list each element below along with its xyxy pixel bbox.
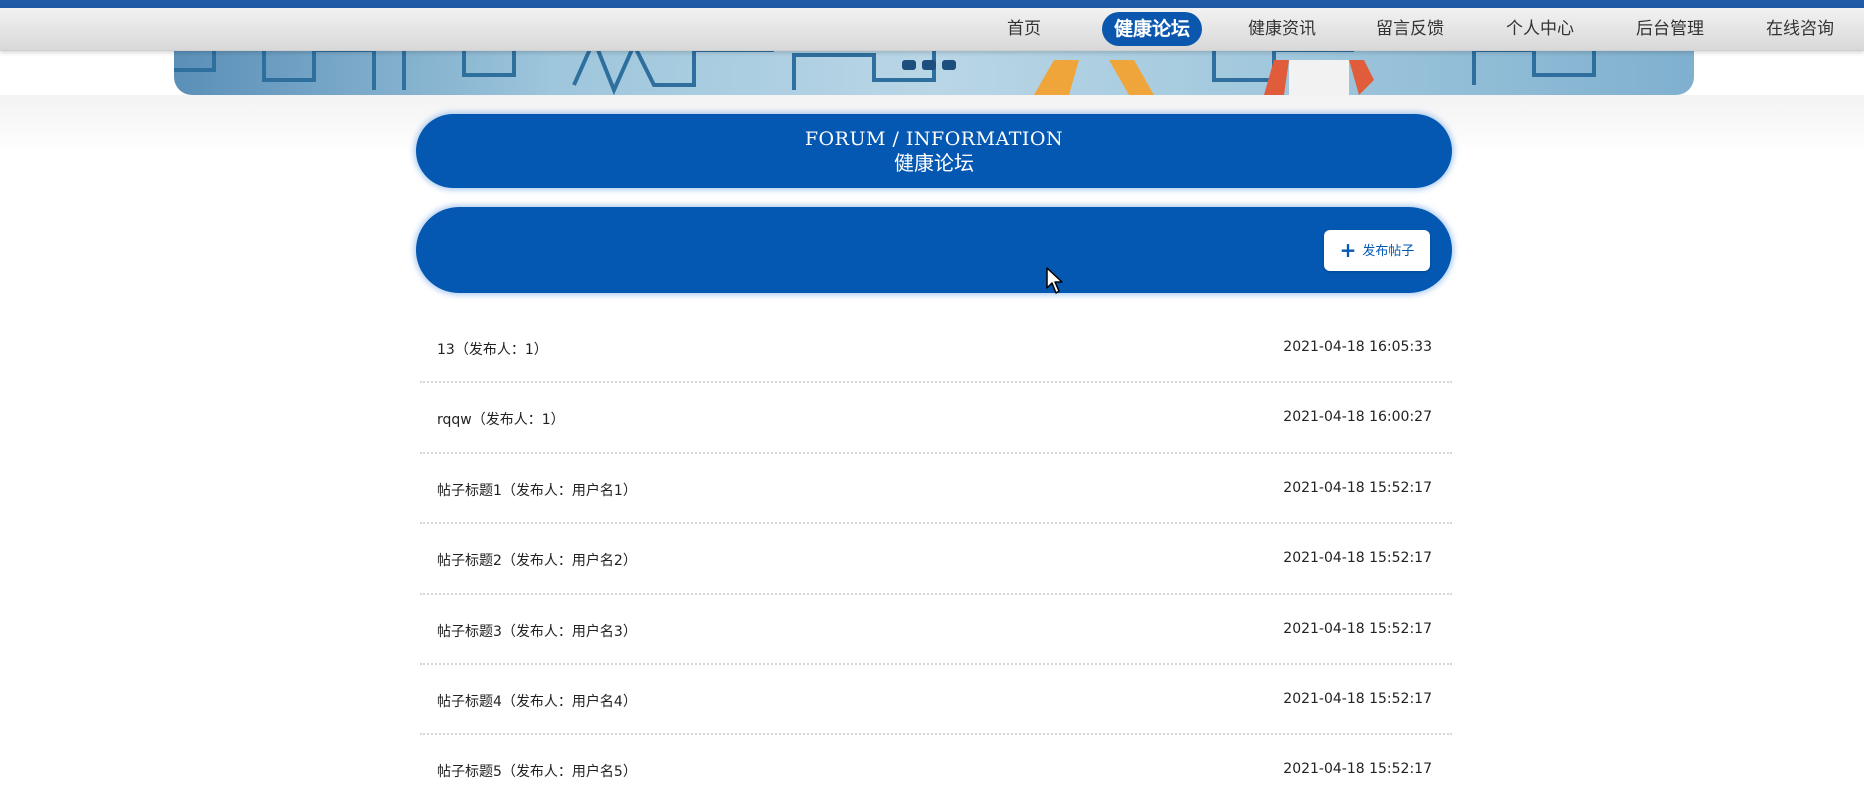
post-time: 2021-04-18 15:52:17 (1283, 620, 1432, 637)
nav-item-home[interactable]: 首页 (995, 12, 1053, 46)
plus-icon: + (1339, 238, 1357, 262)
post-row[interactable]: 帖子标题5（发布人：用户名5） 2021-04-18 15:52:17 (420, 735, 1452, 795)
top-navbar: 首页 健康论坛 健康资讯 留言反馈 个人中心 后台管理 在线咨询 (0, 8, 1864, 51)
post-time: 2021-04-18 16:00:27 (1283, 409, 1432, 426)
post-row[interactable]: 帖子标题2（发布人：用户名2） 2021-04-18 15:52:17 (420, 524, 1452, 595)
forum-action-bar: + 发布帖子 (416, 207, 1452, 293)
post-title[interactable]: 帖子标题4（发布人：用户名4） (437, 691, 637, 711)
nav-item-personal-center[interactable]: 个人中心 (1494, 12, 1586, 46)
nav-item-feedback[interactable]: 留言反馈 (1364, 12, 1456, 46)
nav-item-admin[interactable]: 后台管理 (1624, 12, 1716, 46)
nav-item-online-consult[interactable]: 在线咨询 (1754, 12, 1846, 46)
post-title[interactable]: 13（发布人：1） (437, 339, 548, 359)
forum-title-en: FORUM / INFORMATION (804, 128, 1064, 150)
post-row[interactable]: 帖子标题3（发布人：用户名3） 2021-04-18 15:52:17 (420, 595, 1452, 665)
post-title[interactable]: 帖子标题3（发布人：用户名3） (437, 621, 637, 641)
post-title[interactable]: 帖子标题5（发布人：用户名5） (437, 761, 637, 781)
post-time: 2021-04-18 15:52:17 (1283, 479, 1432, 496)
post-title[interactable]: 帖子标题1（发布人：用户名1） (437, 480, 637, 500)
publish-post-label: 发布帖子 (1362, 244, 1415, 259)
mouse-cursor-icon (1046, 267, 1063, 294)
post-row[interactable]: 帖子标题4（发布人：用户名4） 2021-04-18 15:52:17 (420, 665, 1452, 736)
forum-title-cn: 健康论坛 (894, 151, 974, 175)
post-row[interactable]: rqqw（发布人：1） 2021-04-18 16:00:27 (420, 383, 1452, 454)
publish-post-button[interactable]: + 发布帖子 (1324, 230, 1430, 271)
post-time: 2021-04-18 15:52:17 (1283, 761, 1432, 778)
nav-item-health-forum[interactable]: 健康论坛 (1102, 12, 1203, 46)
post-title[interactable]: rqqw（发布人：1） (437, 409, 565, 429)
page: 首页 健康论坛 健康资讯 留言反馈 个人中心 后台管理 在线咨询 FORUM /… (0, 0, 1864, 795)
post-list: 13（发布人：1） 2021-04-18 16:05:33 rqqw（发布人：1… (420, 313, 1452, 795)
top-strip (0, 0, 1864, 8)
post-title[interactable]: 帖子标题2（发布人：用户名2） (437, 550, 637, 570)
post-time: 2021-04-18 15:52:17 (1283, 690, 1432, 707)
post-row[interactable]: 13（发布人：1） 2021-04-18 16:05:33 (420, 313, 1452, 384)
post-time: 2021-04-18 16:05:33 (1283, 339, 1432, 355)
nav-item-health-news[interactable]: 健康资讯 (1236, 12, 1328, 46)
post-time: 2021-04-18 15:52:17 (1283, 550, 1432, 567)
post-row[interactable]: 帖子标题1（发布人：用户名1） 2021-04-18 15:52:17 (420, 454, 1452, 525)
forum-title-banner: FORUM / INFORMATION 健康论坛 (416, 114, 1452, 188)
